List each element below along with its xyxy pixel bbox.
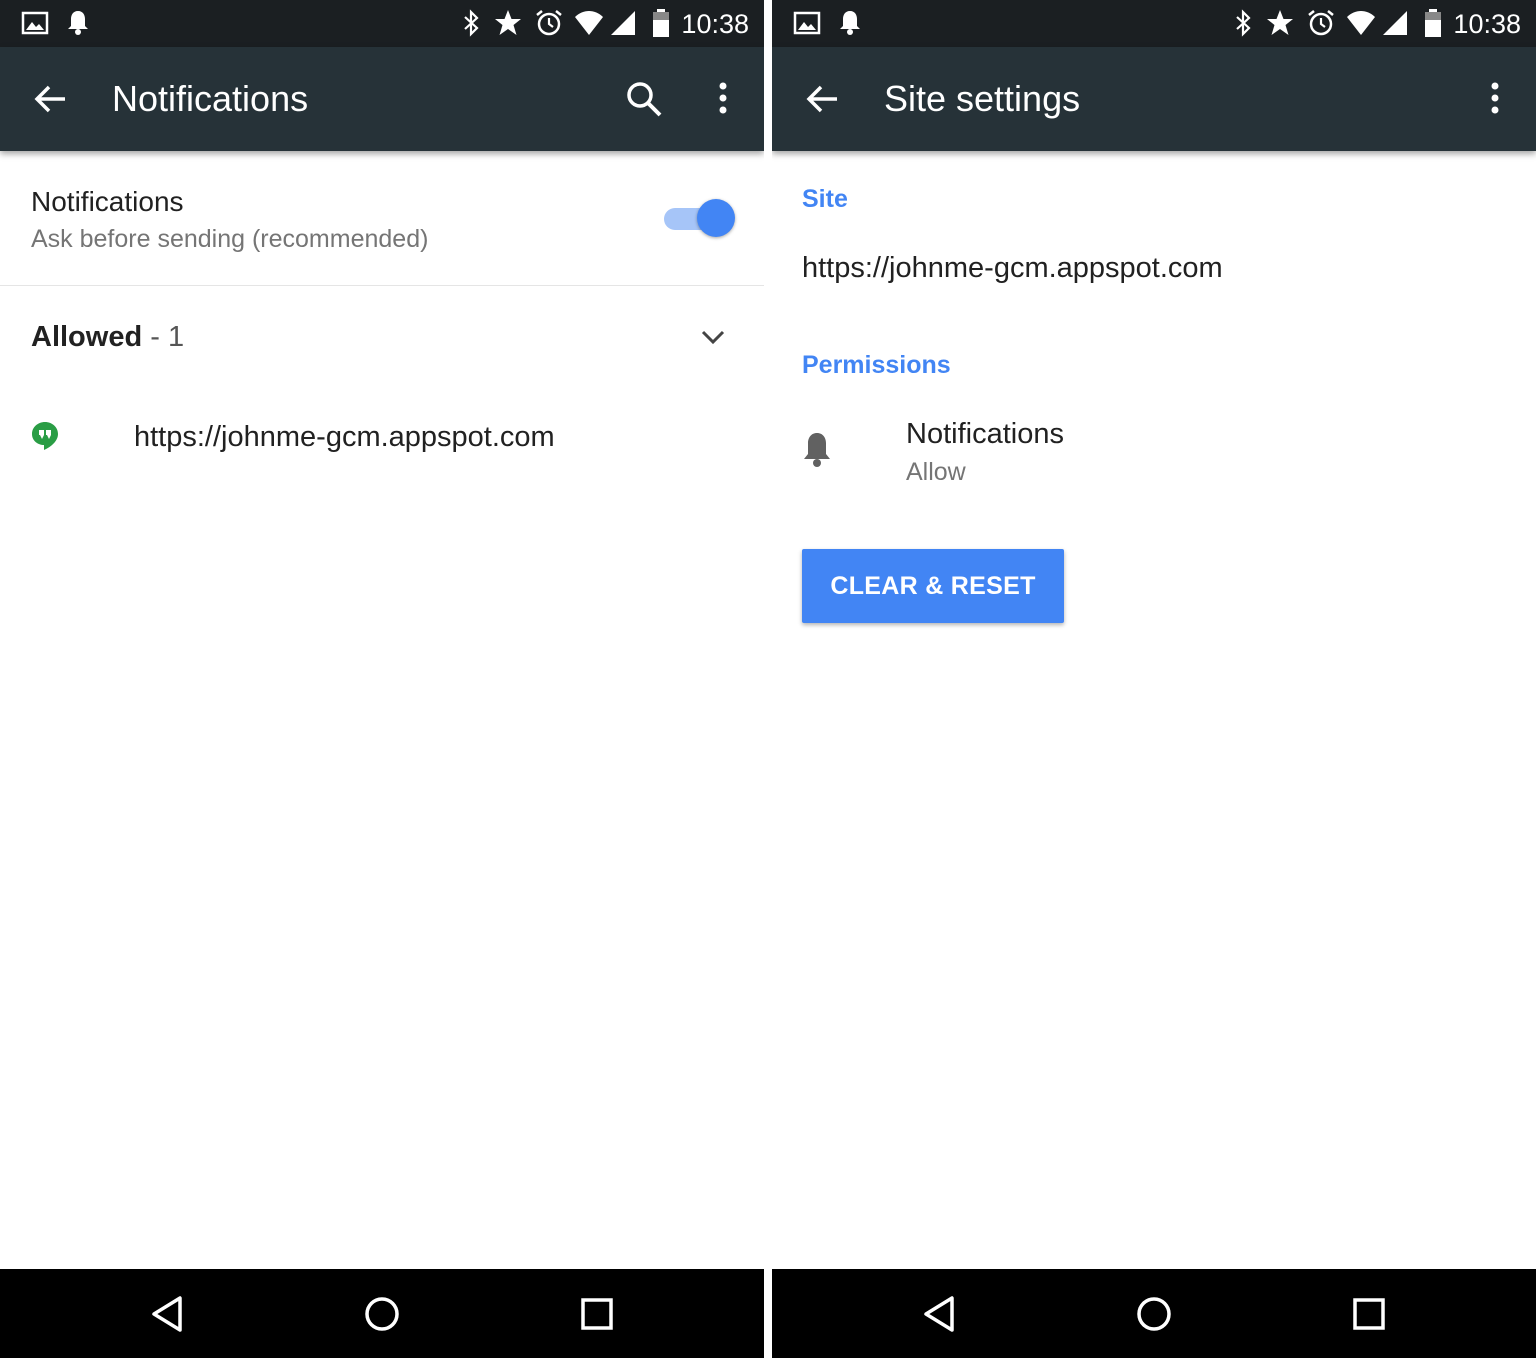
- toolbar: Notifications: [0, 47, 764, 151]
- notifications-pref-title: Notifications: [31, 186, 184, 217]
- image-icon: [21, 11, 49, 35]
- site-settings-screen: 10:38 Site settings Site https://johnme-…: [772, 0, 1536, 1358]
- site-list-item[interactable]: https://johnme-gcm.appspot.com: [134, 418, 555, 456]
- signal-icon: [611, 11, 635, 35]
- page-title: Site settings: [884, 78, 1081, 119]
- back-arrow-icon[interactable]: [805, 81, 841, 117]
- home-nav-icon[interactable]: [1133, 1293, 1175, 1335]
- battery-icon: [1425, 9, 1441, 37]
- notifications-pref-summary: Ask before sending (recommended): [31, 225, 429, 253]
- star-icon: [495, 10, 521, 35]
- hangouts-icon: [32, 422, 58, 450]
- status-bar: 10:38: [772, 0, 1536, 47]
- chevron-down-icon[interactable]: [698, 322, 728, 352]
- wifi-icon: [575, 11, 603, 35]
- notifications-screen: 10:38 Notifications Notifications Ask be…: [0, 0, 764, 1358]
- notifications-permission-title[interactable]: Notifications: [906, 416, 1064, 452]
- permissions-section-header: Permissions: [802, 351, 951, 379]
- back-nav-icon[interactable]: [146, 1293, 188, 1335]
- back-arrow-icon[interactable]: [33, 81, 69, 117]
- clear-reset-button[interactable]: CLEAR & RESET: [802, 549, 1064, 623]
- notification-bell-icon: [68, 11, 88, 35]
- status-bar: 10:38: [0, 0, 764, 47]
- bluetooth-icon: [464, 9, 479, 37]
- bluetooth-icon: [1236, 9, 1251, 37]
- overflow-menu-icon[interactable]: [703, 79, 743, 119]
- recents-nav-icon[interactable]: [576, 1293, 618, 1335]
- image-icon: [793, 11, 821, 35]
- alarm-icon: [536, 10, 562, 36]
- site-section-header: Site: [802, 185, 848, 213]
- notification-bell-icon: [840, 11, 860, 35]
- navigation-bar: [772, 1269, 1536, 1358]
- wifi-icon: [1347, 11, 1375, 35]
- alarm-icon: [1308, 10, 1334, 36]
- site-url: https://johnme-gcm.appspot.com: [802, 252, 1223, 284]
- navigation-bar: [0, 1269, 764, 1358]
- star-icon: [1267, 10, 1293, 35]
- overflow-menu-icon[interactable]: [1475, 79, 1515, 119]
- screen-divider: [764, 0, 772, 1358]
- toolbar: Site settings: [772, 47, 1536, 151]
- recents-nav-icon[interactable]: [1348, 1293, 1390, 1335]
- allowed-label: Allowed: [31, 321, 143, 353]
- back-nav-icon[interactable]: [918, 1293, 960, 1335]
- battery-icon: [653, 9, 669, 37]
- bell-icon: [804, 433, 830, 467]
- home-nav-icon[interactable]: [361, 1293, 403, 1335]
- allowed-count: - 1: [142, 321, 185, 353]
- search-icon[interactable]: [624, 79, 664, 119]
- notifications-permission-value: Allow: [906, 458, 966, 486]
- divider: [0, 285, 764, 286]
- toggle-thumb: [697, 199, 735, 237]
- clock: 10:38: [681, 9, 749, 39]
- signal-icon: [1383, 11, 1407, 35]
- notifications-toggle[interactable]: [662, 199, 736, 237]
- allowed-group-header[interactable]: Allowed - 1: [31, 318, 184, 356]
- page-title: Notifications: [112, 78, 309, 119]
- clock: 10:38: [1453, 9, 1521, 39]
